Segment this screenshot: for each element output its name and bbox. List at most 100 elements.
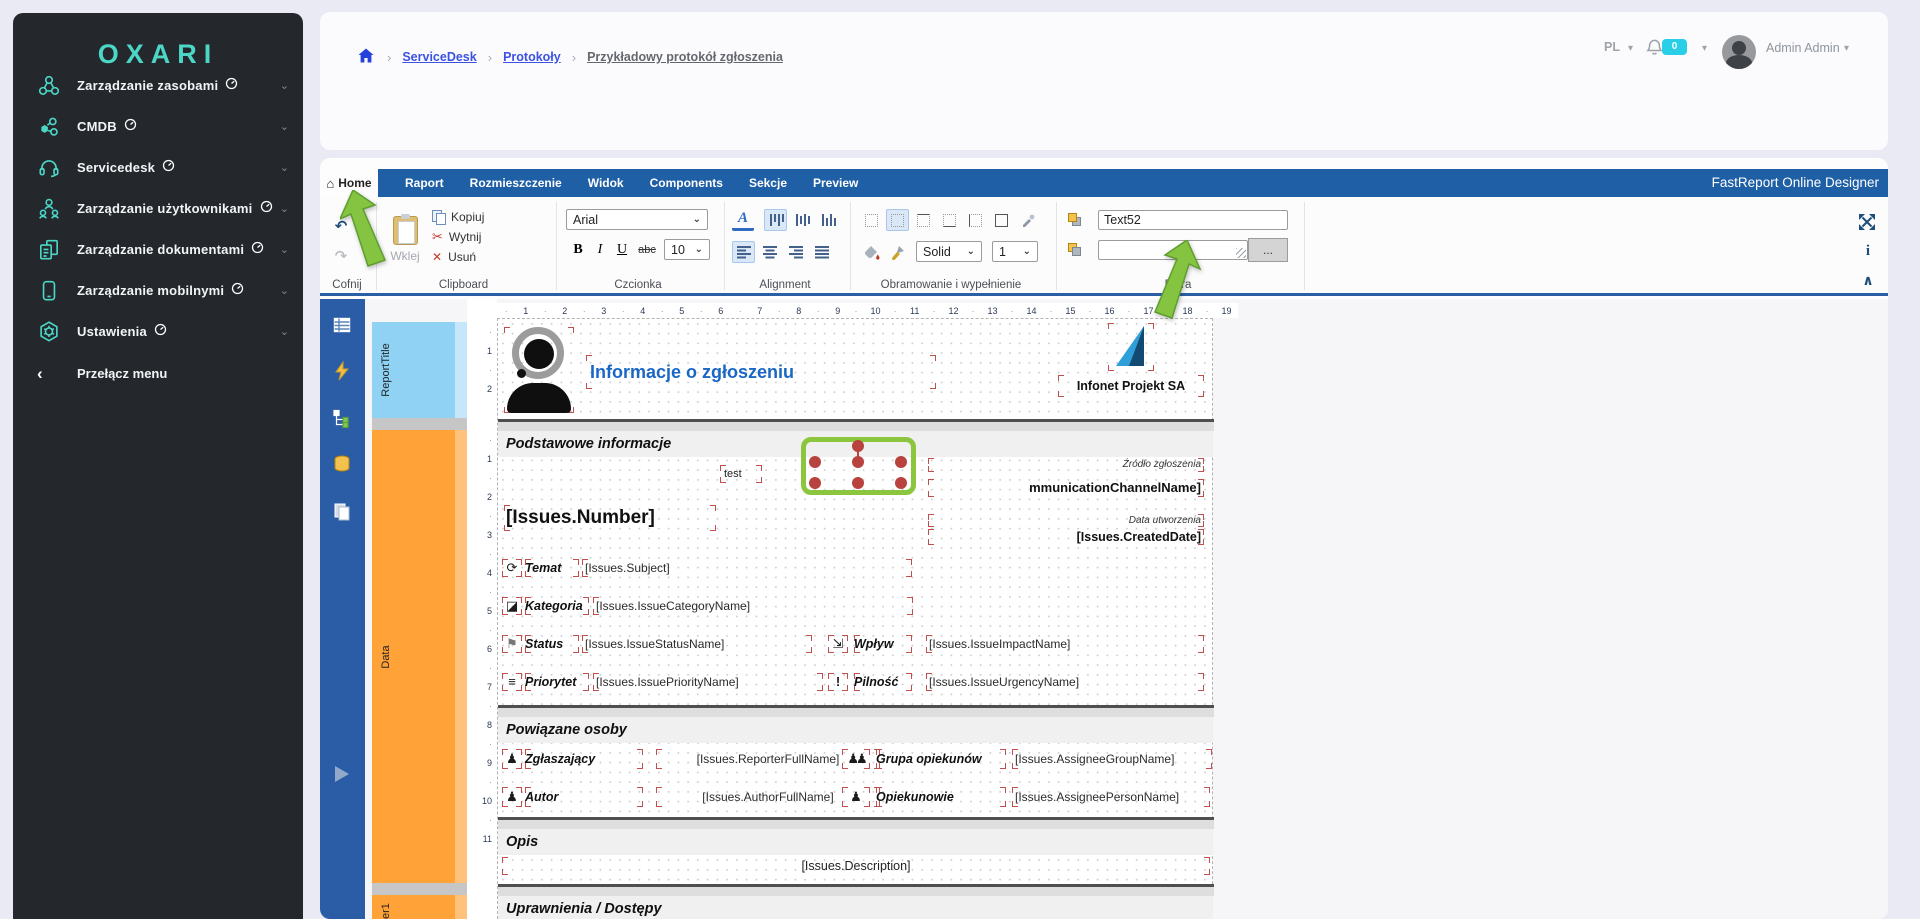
row-value[interactable]: [Issues.AssigneePersonName] [1012, 787, 1210, 807]
more-options-button[interactable]: ... [1248, 238, 1288, 262]
row-label[interactable]: Temat [525, 559, 579, 577]
author-icon[interactable]: ♟ [502, 787, 522, 807]
object-name-input[interactable]: Text52 [1098, 210, 1288, 230]
align-right-button[interactable] [784, 241, 807, 263]
align-justify-button[interactable] [810, 241, 833, 263]
selected-text-object[interactable] [801, 437, 916, 495]
row-label[interactable]: Kategoria [525, 597, 589, 615]
row-label[interactable]: Autor [525, 787, 643, 807]
font-size-select[interactable]: 10⌄ [664, 239, 710, 260]
row-value[interactable]: [Issues.AssigneeGroupName] [1012, 749, 1212, 769]
border-top-button[interactable] [912, 209, 935, 231]
cut-button[interactable]: ✂ Wytnij [432, 228, 508, 246]
valign-bottom-button[interactable] [816, 209, 839, 231]
tab-widok[interactable]: Widok [575, 169, 637, 197]
run-preview-icon[interactable] [332, 764, 352, 784]
assignee-group-icon[interactable]: ♟♟ [842, 749, 870, 769]
valign-top-button[interactable] [764, 209, 787, 231]
structure-icon[interactable] [332, 408, 352, 428]
data-sources-icon[interactable] [332, 454, 352, 474]
language-caret-icon[interactable]: ▾ [1628, 43, 1633, 54]
tab-raport[interactable]: Raport [392, 169, 457, 197]
row-value[interactable]: [Issues.IssueCategoryName] [593, 597, 913, 615]
bell-icon[interactable] [1646, 38, 1663, 59]
breadcrumb-link-protokoly[interactable]: Protokoły [503, 50, 561, 64]
tab-sekcje[interactable]: Sekcje [736, 169, 800, 197]
tab-preview[interactable]: Preview [800, 169, 871, 197]
sidebar-item-uzytkownicy[interactable]: Zarządzanie użytkownikami ⌄ [13, 188, 303, 229]
status-icon[interactable]: ⚑ [502, 635, 522, 653]
breadcrumb-link-servicedesk[interactable]: ServiceDesk [402, 50, 476, 64]
row-value[interactable]: [Issues.IssueUrgencyName] [926, 673, 1204, 691]
section-header-people[interactable]: Powiązane osoby [498, 717, 1213, 743]
avatar[interactable] [1722, 35, 1756, 69]
selection-handle[interactable] [895, 456, 907, 468]
section-header-permissions[interactable]: Uprawnienia / Dostępy [498, 896, 1213, 919]
issue-number-field[interactable]: [Issues.Number] [504, 505, 716, 531]
info-icon[interactable]: i [1860, 241, 1876, 261]
row-label[interactable]: Priorytet [525, 673, 589, 691]
source-label[interactable]: Źródło zgłoszenia [928, 458, 1204, 472]
border-width-select[interactable]: 1⌄ [992, 241, 1038, 262]
collapse-ribbon-icon[interactable]: ∧ [1857, 271, 1879, 289]
brush-button[interactable] [886, 241, 909, 263]
report-title-text[interactable]: Informacje o zgłoszeniu [586, 355, 936, 389]
description-field[interactable]: [Issues.Description] [502, 857, 1210, 875]
created-date-field[interactable]: [Issues.CreatedDate] [928, 529, 1204, 545]
row-label[interactable]: Status [525, 635, 579, 653]
selection-handle[interactable] [852, 456, 864, 468]
category-icon[interactable]: ◪ [502, 597, 522, 615]
sidebar-item-cmdb[interactable]: CMDB ⌄ [13, 106, 303, 147]
selection-handle[interactable] [852, 477, 864, 489]
sidebar-item-ustawienia[interactable]: Ustawienia ⌄ [13, 311, 303, 352]
selection-handle[interactable] [852, 440, 864, 452]
fullscreen-icon[interactable] [1856, 211, 1878, 233]
strikethrough-button[interactable]: abc [634, 239, 660, 261]
delete-button[interactable]: ✕ Usuń [432, 248, 508, 266]
sidebar-item-servicedesk[interactable]: Servicedesk ⌄ [13, 147, 303, 188]
tab-rozmieszczenie[interactable]: Rozmieszczenie [457, 169, 575, 197]
selection-handle[interactable] [895, 477, 907, 489]
sidebar-toggle-menu[interactable]: ‹ Przełącz menu [13, 353, 303, 394]
copy-button[interactable]: Kopiuj [432, 208, 508, 226]
bring-forward-button[interactable] [1064, 209, 1086, 231]
border-style-select[interactable]: Solid⌄ [916, 241, 982, 262]
band-next[interactable]: er1 [372, 895, 455, 919]
sidebar-item-mobilne[interactable]: Zarządzanie mobilnymi ⌄ [13, 270, 303, 311]
section-header-description[interactable]: Opis [498, 829, 1213, 855]
subject-icon[interactable]: ⟳ [502, 559, 522, 577]
border-bottom-button[interactable] [938, 209, 961, 231]
urgency-icon[interactable]: ! [828, 673, 848, 691]
report-tree-icon[interactable] [332, 315, 352, 335]
test-text-field[interactable]: test [720, 465, 762, 483]
tab-components[interactable]: Components [637, 169, 736, 197]
user-menu-caret-icon[interactable]: ▾ [1844, 43, 1849, 54]
selection-handle[interactable] [809, 456, 821, 468]
created-date-label[interactable]: Data utworzenia [928, 514, 1204, 527]
row-label[interactable]: Grupa opiekunów [876, 749, 1006, 769]
align-left-button[interactable] [732, 241, 755, 263]
border-none-button[interactable] [886, 209, 909, 231]
fill-color-button[interactable] [860, 241, 883, 263]
row-value[interactable]: [Issues.IssueStatusName] [582, 635, 812, 653]
underline-button[interactable]: U [612, 239, 632, 261]
row-label[interactable]: Opiekunowie [876, 787, 1006, 807]
border-props-button[interactable] [1016, 209, 1039, 231]
home-icon[interactable] [358, 48, 374, 66]
row-label[interactable]: Pilność [854, 673, 912, 691]
reporter-icon[interactable]: ♟ [502, 749, 522, 769]
bold-button[interactable]: B [568, 239, 588, 261]
report-canvas[interactable]: Informacje o zgłoszeniu Infonet Projekt … [497, 318, 1213, 919]
align-center-button[interactable] [758, 241, 781, 263]
border-all-button[interactable] [860, 209, 883, 231]
row-value[interactable]: [Issues.Subject] [582, 559, 912, 577]
events-icon[interactable] [332, 361, 352, 381]
font-color-button[interactable]: A [732, 209, 754, 231]
company-name-text[interactable]: Infonet Projekt SA [1058, 375, 1204, 397]
company-logo[interactable] [1108, 323, 1154, 371]
row-label[interactable]: Wpływ [854, 635, 912, 653]
send-backward-button[interactable] [1064, 239, 1086, 261]
border-left-button[interactable] [964, 209, 987, 231]
font-family-select[interactable]: Arial⌄ [566, 209, 708, 230]
pages-icon[interactable] [332, 501, 352, 521]
